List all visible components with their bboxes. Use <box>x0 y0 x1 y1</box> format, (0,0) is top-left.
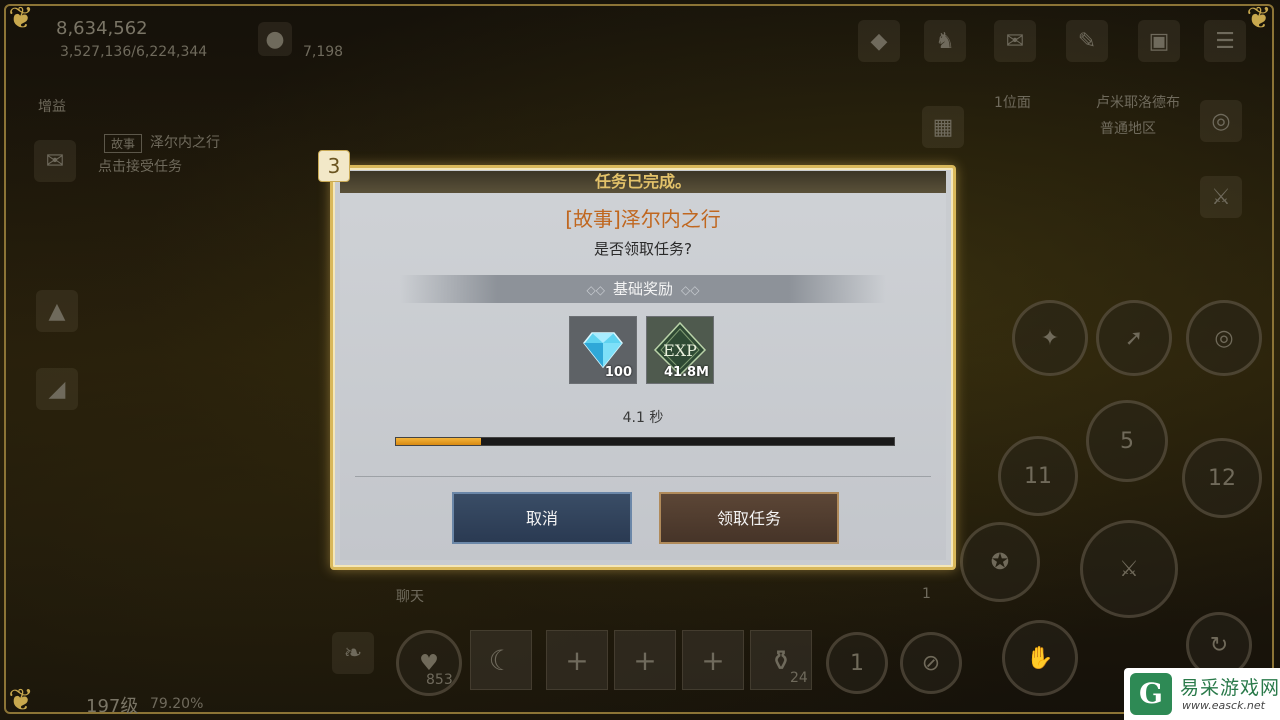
blocked-icon[interactable]: ⊘ <box>900 632 962 694</box>
quest-name[interactable]: 泽尔内之行 <box>150 132 220 152</box>
area-type: 普通地区 <box>1100 121 1156 137</box>
attack-button[interactable]: ⚔ <box>1080 520 1178 618</box>
reward-quantity: 100 <box>604 365 632 380</box>
quest-tag: 故事 <box>104 134 143 153</box>
quest-question: 是否领取任务? <box>594 240 692 258</box>
dialog-body: 任务已完成。 [故事]泽尔内之行 是否领取任务? ◇◇ 基础奖励 ◇◇ 100 EX… <box>340 171 946 560</box>
quest-scroll-icon[interactable]: ✉ <box>34 140 76 182</box>
quest-hint[interactable]: 点击接受任务 <box>98 156 182 176</box>
notes-icon[interactable]: ✎ <box>1066 20 1108 62</box>
skill-button[interactable]: 11 <box>998 436 1078 516</box>
target-icon[interactable]: ◎ <box>1200 100 1242 142</box>
player-level: 197级 <box>86 696 139 717</box>
skill-button[interactable]: ◎ <box>1186 300 1262 376</box>
divider <box>355 476 931 477</box>
reward-quantity: 41.8M <box>663 365 709 380</box>
step-badge: 3 <box>318 150 350 182</box>
exp-label: EXP <box>663 341 697 360</box>
item-slot[interactable]: + <box>614 630 676 690</box>
watermark: G 易采游戏网 www.easck.net <box>1124 668 1280 720</box>
corner-ornament-icon: ❦ <box>8 683 34 718</box>
watermark-name: 易采游戏网 <box>1180 677 1280 699</box>
buff-label[interactable]: 增益 <box>38 96 66 116</box>
auto-icon[interactable]: ⚔ <box>1200 176 1242 218</box>
corner-ornament-icon: ❦ <box>8 1 34 36</box>
quest-dialog: 任务已完成。 [故事]泽尔内之行 是否领取任务? ◇◇ 基础奖励 ◇◇ 100 EX… <box>330 165 956 570</box>
reward-item-exp[interactable]: EXP 41.8M <box>646 316 714 384</box>
quest-title: [故事]泽尔内之行 <box>565 207 721 231</box>
ornament-icon: ◇◇ <box>681 283 700 297</box>
chat-button[interactable]: 聊天 <box>396 586 424 606</box>
event-icon[interactable]: ◆ <box>858 20 900 62</box>
combat-power: 8,634,562 <box>56 18 148 39</box>
reward-header: ◇◇ 基础奖励 ◇◇ <box>400 275 886 303</box>
reward-header-label: 基础奖励 <box>612 280 673 298</box>
dialog-caption: 任务已完成。 <box>340 171 946 193</box>
guild-icon[interactable]: ♞ <box>924 20 966 62</box>
cancel-button[interactable]: 取消 <box>452 492 632 544</box>
skill-button[interactable]: 5 <box>1086 400 1168 482</box>
grid-icon[interactable]: ▦ <box>922 106 964 148</box>
item-slot[interactable]: + <box>546 630 608 690</box>
watermark-logo: G <box>1130 673 1172 715</box>
item-count: 24 <box>790 670 808 686</box>
location-name: 卢米耶洛德布 <box>1096 95 1180 111</box>
horn-icon[interactable]: ◢ <box>36 368 78 410</box>
countdown-progress-fill <box>396 438 481 445</box>
skill-button[interactable]: ✋ <box>1002 620 1078 696</box>
shop-icon[interactable]: ▣ <box>1138 20 1180 62</box>
accept-quest-button[interactable]: 领取任务 <box>659 492 839 544</box>
orb-icon[interactable]: ● <box>258 22 292 56</box>
level-percent: 79.20% <box>150 696 204 712</box>
potion-count: 853 <box>426 672 453 688</box>
slot-number[interactable]: 1 <box>826 632 888 694</box>
skill-button[interactable]: ✪ <box>960 522 1040 602</box>
item-slot[interactable]: ☾ <box>470 630 532 690</box>
mail-icon[interactable]: ✉ <box>994 20 1036 62</box>
channel-select[interactable]: 1位面 <box>994 92 1031 112</box>
countdown-timer: 4.1 秒 <box>622 410 664 426</box>
countdown-progress <box>395 437 895 446</box>
menu-icon[interactable]: ☰ <box>1204 20 1246 62</box>
watermark-url: www.easck.net <box>1182 699 1265 712</box>
exp-value: 3,527,136/6,224,344 <box>60 44 208 60</box>
currency-value: 7,198 <box>303 44 344 60</box>
bell-icon[interactable]: ▲ <box>36 290 78 332</box>
wings-icon[interactable]: ❧ <box>332 632 374 674</box>
skill-button[interactable]: ➚ <box>1096 300 1172 376</box>
skill-button[interactable]: 12 <box>1182 438 1262 518</box>
ornament-icon: ◇◇ <box>586 283 605 297</box>
skill-button[interactable]: ✦ <box>1012 300 1088 376</box>
slot-number: 1 <box>922 586 931 602</box>
item-slot[interactable]: + <box>682 630 744 690</box>
reward-item-diamond[interactable]: 100 <box>569 316 637 384</box>
